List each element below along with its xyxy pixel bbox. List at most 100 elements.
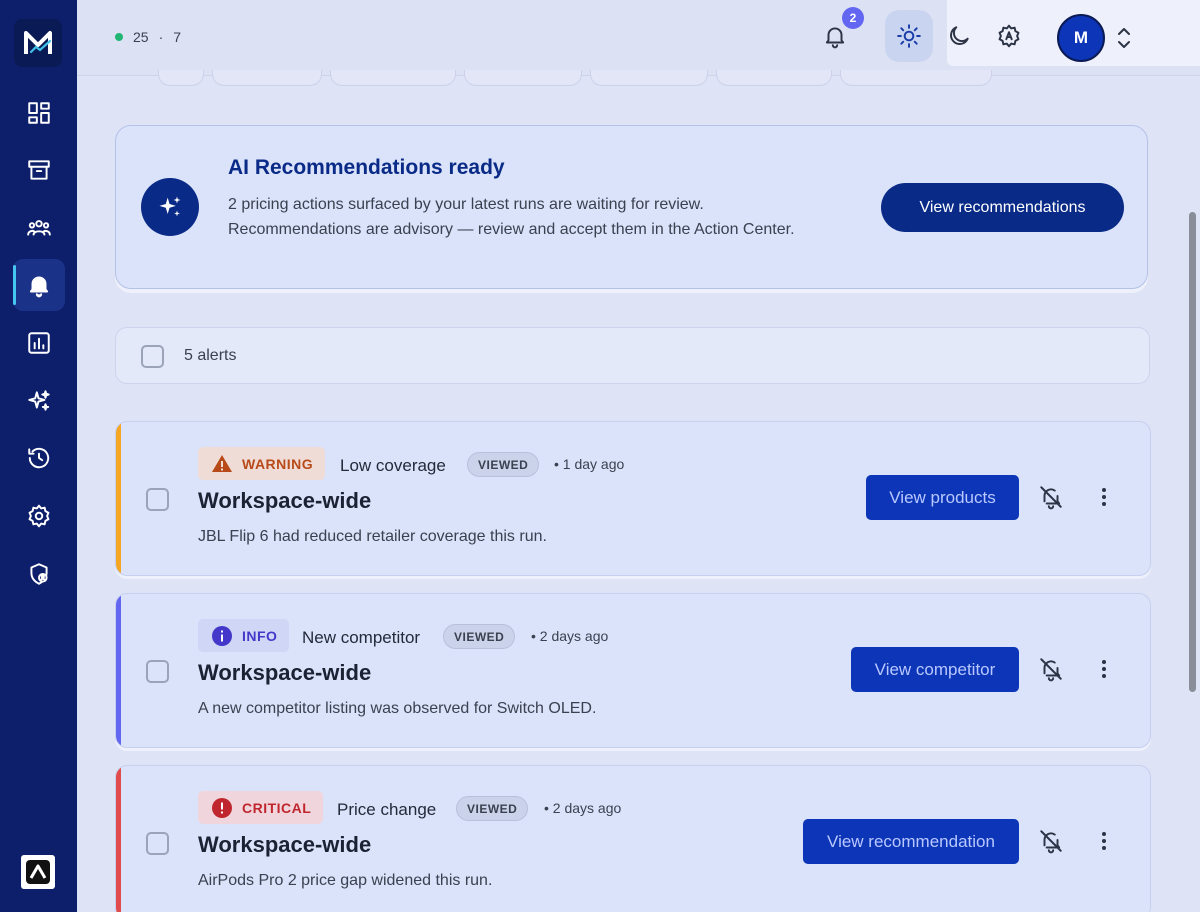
sidebar-item-settings[interactable]	[13, 490, 65, 542]
alert-description: A new competitor listing was observed fo…	[198, 700, 597, 717]
archive-icon	[28, 160, 50, 180]
bell-icon	[29, 276, 49, 298]
alert-checkbox[interactable]	[146, 660, 169, 683]
tab-placeholder	[590, 70, 708, 86]
severity-label: CRITICAL	[242, 799, 312, 816]
alert-title: Workspace-wide	[198, 660, 372, 685]
alert-type: Low coverage	[340, 456, 446, 475]
mute-alert-button[interactable]	[1038, 656, 1064, 682]
banner-badge	[141, 178, 199, 236]
tab-placeholder	[212, 70, 322, 86]
sparkles-icon	[28, 390, 50, 411]
tab-placeholder	[464, 70, 582, 86]
chevron-up-down-icon	[1118, 28, 1130, 48]
sidebar	[0, 0, 77, 912]
alert-title: Workspace-wide	[198, 488, 372, 513]
team-icon	[27, 220, 51, 236]
status-separator: ·	[158, 29, 164, 45]
banner-text: 2 pricing actions surfaced by your lates…	[228, 196, 795, 238]
status-count-a: 25	[133, 29, 149, 45]
vertical-scrollbar[interactable]	[1189, 212, 1196, 692]
tab-placeholder	[716, 70, 832, 86]
select-all-checkbox[interactable]	[141, 345, 164, 368]
notifications-badge: 2	[842, 7, 864, 29]
sidebar-item-ai[interactable]	[13, 375, 65, 427]
more-options-button[interactable]	[1094, 484, 1114, 510]
dashboard-icon	[28, 102, 50, 124]
sun-icon	[897, 24, 921, 48]
view-products-button[interactable]: View products	[866, 475, 1019, 520]
viewed-badge: VIEWED	[467, 452, 540, 477]
light-theme-button[interactable]	[885, 10, 933, 62]
severity-stripe	[116, 766, 121, 912]
brand-logo	[21, 855, 55, 889]
alert-description: AirPods Pro 2 price gap widened this run…	[198, 872, 493, 889]
status-count-b: 7	[173, 29, 182, 45]
sidebar-item-alerts[interactable]	[13, 259, 65, 311]
alert-time: • 2 days ago	[531, 628, 609, 644]
viewed-badge: VIEWED	[443, 624, 516, 649]
alert-card: WARNING Low coverage VIEWED • 1 day ago …	[115, 421, 1151, 576]
mute-alert-button[interactable]	[1038, 484, 1064, 510]
bulk-select-bar: 5 alerts	[115, 327, 1150, 384]
info-icon	[212, 625, 232, 646]
sidebar-item-reports[interactable]	[13, 317, 65, 369]
view-recommendation-button[interactable]: View recommendation	[803, 819, 1019, 864]
alert-type: New competitor	[302, 628, 421, 647]
alert-checkbox[interactable]	[146, 832, 169, 855]
chart-icon	[28, 332, 50, 354]
sidebar-item-archive[interactable]	[13, 144, 65, 196]
account-menu-toggle[interactable]	[1115, 24, 1133, 52]
warning-icon	[212, 454, 232, 472]
tab-placeholder	[840, 70, 992, 86]
bell-icon	[825, 27, 845, 49]
top-bar: 25 · 7 2 M	[77, 0, 1200, 76]
alert-title: Workspace-wide	[198, 832, 372, 857]
sidebar-item-security[interactable]	[13, 548, 65, 600]
bell-off-icon	[1040, 658, 1062, 682]
ai-recommendations-banner: AI Recommendations ready 2 pricing actio…	[115, 125, 1148, 289]
tab-placeholder	[158, 70, 204, 86]
severity-badge: WARNING	[198, 447, 326, 480]
severity-stripe	[116, 422, 121, 575]
gear-icon	[28, 504, 50, 528]
alert-time: • 1 day ago	[554, 456, 625, 472]
status-dot-icon	[115, 33, 123, 41]
sidebar-item-history[interactable]	[13, 432, 65, 484]
banner-title: AI Recommendations ready	[228, 156, 505, 179]
critical-icon	[212, 797, 232, 818]
brand-logo-icon	[26, 860, 50, 884]
alert-description: JBL Flip 6 had reduced retailer coverage…	[198, 528, 547, 545]
status-indicator: 25 · 7	[115, 29, 181, 45]
shield-user-icon	[30, 563, 48, 585]
more-options-button[interactable]	[1094, 828, 1114, 854]
alert-card: CRITICAL Price change VIEWED • 2 days ag…	[115, 765, 1151, 912]
alert-card: INFO New competitor VIEWED • 2 days ago …	[115, 593, 1151, 748]
severity-stripe	[116, 594, 121, 747]
auto-theme-icon	[998, 24, 1020, 48]
mute-alert-button[interactable]	[1038, 828, 1064, 854]
app-logo[interactable]	[14, 19, 62, 67]
view-recommendations-button[interactable]: View recommendations	[881, 183, 1124, 232]
alert-checkbox[interactable]	[146, 488, 169, 511]
user-avatar[interactable]: M	[1057, 14, 1105, 62]
app-logo-icon	[24, 31, 52, 54]
more-options-button[interactable]	[1094, 656, 1114, 682]
dark-theme-button[interactable]	[937, 14, 981, 58]
sidebar-item-team[interactable]	[13, 201, 65, 253]
moon-icon	[950, 26, 969, 45]
bell-off-icon	[1040, 486, 1062, 510]
sparkles-icon	[159, 196, 181, 217]
severity-label: WARNING	[242, 455, 314, 472]
view-competitor-button[interactable]: View competitor	[851, 647, 1019, 692]
auto-theme-button[interactable]	[987, 14, 1031, 58]
severity-badge: INFO	[198, 619, 290, 652]
alert-time: • 2 days ago	[544, 800, 622, 816]
sidebar-item-dashboard[interactable]	[13, 87, 65, 139]
alert-type: Price change	[337, 800, 437, 819]
viewed-badge: VIEWED	[456, 796, 529, 821]
bell-off-icon	[1040, 830, 1062, 854]
alerts-count: 5 alerts	[184, 347, 237, 364]
tab-placeholder	[330, 70, 456, 86]
history-icon	[28, 447, 50, 469]
